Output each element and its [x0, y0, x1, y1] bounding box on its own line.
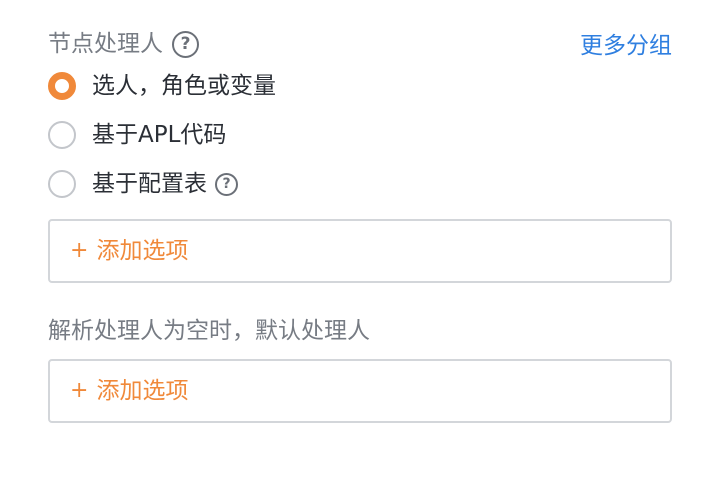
- radio-button-checked[interactable]: [48, 72, 76, 100]
- radio-option-apl-code[interactable]: 基于APL代码: [48, 121, 226, 149]
- add-option-text: 添加选项: [96, 377, 189, 404]
- fallback-handler-section-label: 解析处理人为空时，默认处理人: [48, 320, 370, 343]
- radio-option-select-person[interactable]: 选人，角色或变量: [48, 72, 276, 100]
- plus-icon: +: [70, 378, 89, 403]
- add-fallback-option-button[interactable]: + 添加选项: [48, 359, 672, 423]
- radio-option-config-table[interactable]: 基于配置表 ?: [48, 170, 238, 198]
- radio-option-label-wrap: 基于配置表 ?: [92, 170, 238, 197]
- question-circle-icon[interactable]: ?: [172, 31, 199, 58]
- plus-icon: +: [70, 238, 89, 263]
- question-circle-icon[interactable]: ?: [215, 172, 238, 196]
- fallback-handler-label-text: 解析处理人为空时，默认处理人: [48, 318, 370, 344]
- radio-option-label: 选人，角色或变量: [92, 72, 276, 99]
- radio-button[interactable]: [48, 121, 76, 149]
- node-handler-section-label: 节点处理人 ?: [48, 31, 199, 58]
- add-option-text: 添加选项: [96, 237, 189, 264]
- radio-option-label: 基于配置表: [92, 170, 207, 197]
- radio-button[interactable]: [48, 170, 76, 198]
- more-groups-link[interactable]: 更多分组: [580, 35, 672, 58]
- radio-option-label: 基于APL代码: [92, 121, 227, 148]
- node-handler-label-text: 节点处理人: [48, 31, 163, 57]
- add-option-button[interactable]: + 添加选项: [48, 219, 672, 283]
